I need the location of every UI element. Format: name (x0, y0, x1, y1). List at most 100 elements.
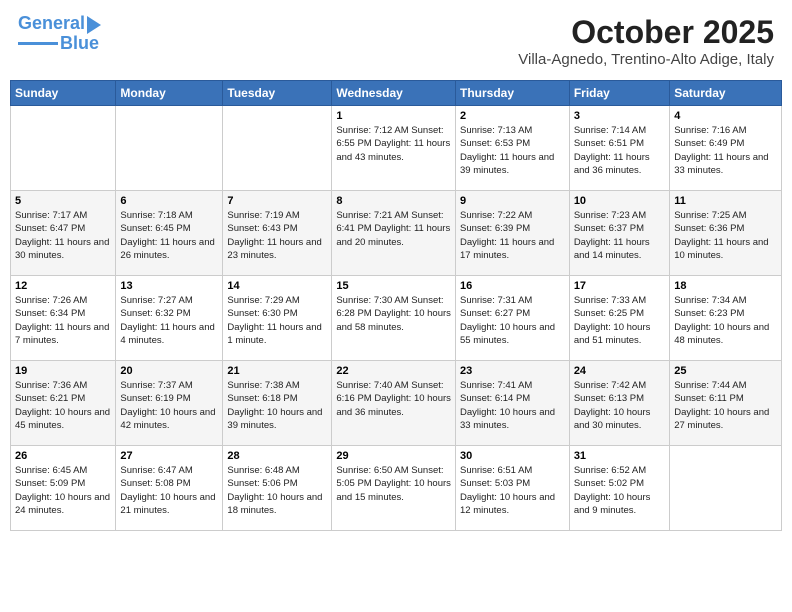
weekday-header-monday: Monday (116, 81, 223, 106)
day-number: 1 (336, 110, 451, 122)
day-number: 20 (120, 365, 218, 377)
calendar-cell: 23 Sunrise: 7:41 AM Sunset: 6:14 PM Dayli… (455, 361, 569, 446)
day-number: 8 (336, 195, 451, 207)
weekday-header-saturday: Saturday (670, 81, 782, 106)
day-info: Sunrise: 7:19 AM Sunset: 6:43 PM Dayligh… (227, 209, 327, 262)
day-number: 28 (227, 450, 327, 462)
day-number: 26 (15, 450, 111, 462)
day-number: 11 (674, 195, 777, 207)
day-number: 19 (15, 365, 111, 377)
day-number: 24 (574, 365, 665, 377)
calendar-cell: 4 Sunrise: 7:16 AM Sunset: 6:49 PM Daylig… (670, 106, 782, 191)
calendar-cell: 12 Sunrise: 7:26 AM Sunset: 6:34 PM Dayli… (11, 276, 116, 361)
logo-arrow-icon (87, 16, 101, 34)
day-number: 18 (674, 280, 777, 292)
calendar-cell: 27 Sunrise: 6:47 AM Sunset: 5:08 PM Dayli… (116, 446, 223, 531)
day-info: Sunrise: 7:44 AM Sunset: 6:11 PM Dayligh… (674, 379, 777, 432)
logo: General Blue (18, 14, 101, 54)
calendar-cell: 28 Sunrise: 6:48 AM Sunset: 5:06 PM Dayli… (223, 446, 332, 531)
calendar-cell: 18Sunrise: 7:34 AM Sunset: 6:23 PM Dayli… (670, 276, 782, 361)
day-number: 3 (574, 110, 665, 122)
day-info: Sunrise: 7:40 AM Sunset: 6:16 PM Dayligh… (336, 379, 451, 419)
calendar-week-row: 19 Sunrise: 7:36 AM Sunset: 6:21 PM Dayli… (11, 361, 782, 446)
day-info: Sunrise: 7:26 AM Sunset: 6:34 PM Dayligh… (15, 294, 111, 347)
day-info: Sunrise: 7:37 AM Sunset: 6:19 PM Dayligh… (120, 379, 218, 432)
calendar-cell (116, 106, 223, 191)
day-number: 10 (574, 195, 665, 207)
logo-text-line2: Blue (60, 34, 99, 54)
day-number: 30 (460, 450, 565, 462)
weekday-header-thursday: Thursday (455, 81, 569, 106)
calendar-cell: 19 Sunrise: 7:36 AM Sunset: 6:21 PM Dayli… (11, 361, 116, 446)
day-number: 22 (336, 365, 451, 377)
day-info: Sunrise: 7:33 AM Sunset: 6:25 PM Dayligh… (574, 294, 665, 347)
day-info: Sunrise: 7:22 AM Sunset: 6:39 PM Dayligh… (460, 209, 565, 262)
calendar-cell: 25 Sunrise: 7:44 AM Sunset: 6:11 PM Dayli… (670, 361, 782, 446)
day-info: Sunrise: 7:17 AM Sunset: 6:47 PM Dayligh… (15, 209, 111, 262)
day-number: 17 (574, 280, 665, 292)
day-info: Sunrise: 7:13 AM Sunset: 6:53 PM Dayligh… (460, 124, 565, 177)
page-subtitle: Villa-Agnedo, Trentino-Alto Adige, Italy (518, 51, 774, 68)
calendar-cell: 1 Sunrise: 7:12 AM Sunset: 6:55 PM Daylig… (332, 106, 456, 191)
calendar-cell: 10 Sunrise: 7:23 AM Sunset: 6:37 PM Dayli… (569, 191, 669, 276)
calendar-cell (670, 446, 782, 531)
day-number: 15 (336, 280, 451, 292)
day-info: Sunrise: 7:12 AM Sunset: 6:55 PM Dayligh… (336, 124, 451, 164)
day-number: 29 (336, 450, 451, 462)
calendar-cell: 6 Sunrise: 7:18 AM Sunset: 6:45 PM Daylig… (116, 191, 223, 276)
day-info: Sunrise: 7:23 AM Sunset: 6:37 PM Dayligh… (574, 209, 665, 262)
day-info: Sunrise: 7:27 AM Sunset: 6:32 PM Dayligh… (120, 294, 218, 347)
calendar-cell: 22 Sunrise: 7:40 AM Sunset: 6:16 PM Dayli… (332, 361, 456, 446)
day-info: Sunrise: 7:36 AM Sunset: 6:21 PM Dayligh… (15, 379, 111, 432)
calendar-week-row: 1 Sunrise: 7:12 AM Sunset: 6:55 PM Daylig… (11, 106, 782, 191)
day-number: 27 (120, 450, 218, 462)
day-number: 7 (227, 195, 327, 207)
day-info: Sunrise: 6:50 AM Sunset: 5:05 PM Dayligh… (336, 464, 451, 504)
day-number: 5 (15, 195, 111, 207)
day-info: Sunrise: 7:14 AM Sunset: 6:51 PM Dayligh… (574, 124, 665, 177)
calendar-table: SundayMondayTuesdayWednesdayThursdayFrid… (10, 80, 782, 531)
day-info: Sunrise: 6:48 AM Sunset: 5:06 PM Dayligh… (227, 464, 327, 517)
calendar-cell: 26Sunrise: 6:45 AM Sunset: 5:09 PM Dayli… (11, 446, 116, 531)
day-number: 6 (120, 195, 218, 207)
day-info: Sunrise: 7:25 AM Sunset: 6:36 PM Dayligh… (674, 209, 777, 262)
day-info: Sunrise: 7:42 AM Sunset: 6:13 PM Dayligh… (574, 379, 665, 432)
weekday-header-wednesday: Wednesday (332, 81, 456, 106)
day-number: 14 (227, 280, 327, 292)
day-info: Sunrise: 6:47 AM Sunset: 5:08 PM Dayligh… (120, 464, 218, 517)
day-number: 12 (15, 280, 111, 292)
calendar-cell: 3 Sunrise: 7:14 AM Sunset: 6:51 PM Daylig… (569, 106, 669, 191)
weekday-header-friday: Friday (569, 81, 669, 106)
calendar-cell: 14 Sunrise: 7:29 AM Sunset: 6:30 PM Dayli… (223, 276, 332, 361)
calendar-cell: 2 Sunrise: 7:13 AM Sunset: 6:53 PM Daylig… (455, 106, 569, 191)
day-info: Sunrise: 7:41 AM Sunset: 6:14 PM Dayligh… (460, 379, 565, 432)
calendar-cell: 7 Sunrise: 7:19 AM Sunset: 6:43 PM Daylig… (223, 191, 332, 276)
day-number: 21 (227, 365, 327, 377)
calendar-week-row: 26Sunrise: 6:45 AM Sunset: 5:09 PM Dayli… (11, 446, 782, 531)
calendar-cell: 9Sunrise: 7:22 AM Sunset: 6:39 PM Daylig… (455, 191, 569, 276)
calendar-cell: 20 Sunrise: 7:37 AM Sunset: 6:19 PM Dayli… (116, 361, 223, 446)
day-info: Sunrise: 6:52 AM Sunset: 5:02 PM Dayligh… (574, 464, 665, 517)
day-number: 23 (460, 365, 565, 377)
day-number: 25 (674, 365, 777, 377)
day-info: Sunrise: 7:18 AM Sunset: 6:45 PM Dayligh… (120, 209, 218, 262)
day-info: Sunrise: 7:21 AM Sunset: 6:41 PM Dayligh… (336, 209, 451, 249)
day-info: Sunrise: 7:29 AM Sunset: 6:30 PM Dayligh… (227, 294, 327, 347)
calendar-week-row: 5 Sunrise: 7:17 AM Sunset: 6:47 PM Daylig… (11, 191, 782, 276)
weekday-header-sunday: Sunday (11, 81, 116, 106)
logo-text-line1: General (18, 14, 85, 34)
day-info: Sunrise: 7:16 AM Sunset: 6:49 PM Dayligh… (674, 124, 777, 177)
calendar-cell: 29 Sunrise: 6:50 AM Sunset: 5:05 PM Dayli… (332, 446, 456, 531)
day-info: Sunrise: 6:51 AM Sunset: 5:03 PM Dayligh… (460, 464, 565, 517)
calendar-cell: 16Sunrise: 7:31 AM Sunset: 6:27 PM Dayli… (455, 276, 569, 361)
day-number: 31 (574, 450, 665, 462)
calendar-cell: 24 Sunrise: 7:42 AM Sunset: 6:13 PM Dayli… (569, 361, 669, 446)
calendar-cell: 8 Sunrise: 7:21 AM Sunset: 6:41 PM Daylig… (332, 191, 456, 276)
calendar-cell: 30 Sunrise: 6:51 AM Sunset: 5:03 PM Dayli… (455, 446, 569, 531)
calendar-week-row: 12 Sunrise: 7:26 AM Sunset: 6:34 PM Dayli… (11, 276, 782, 361)
day-number: 4 (674, 110, 777, 122)
calendar-cell: 11 Sunrise: 7:25 AM Sunset: 6:36 PM Dayli… (670, 191, 782, 276)
day-number: 2 (460, 110, 565, 122)
day-info: Sunrise: 7:38 AM Sunset: 6:18 PM Dayligh… (227, 379, 327, 432)
calendar-cell (11, 106, 116, 191)
